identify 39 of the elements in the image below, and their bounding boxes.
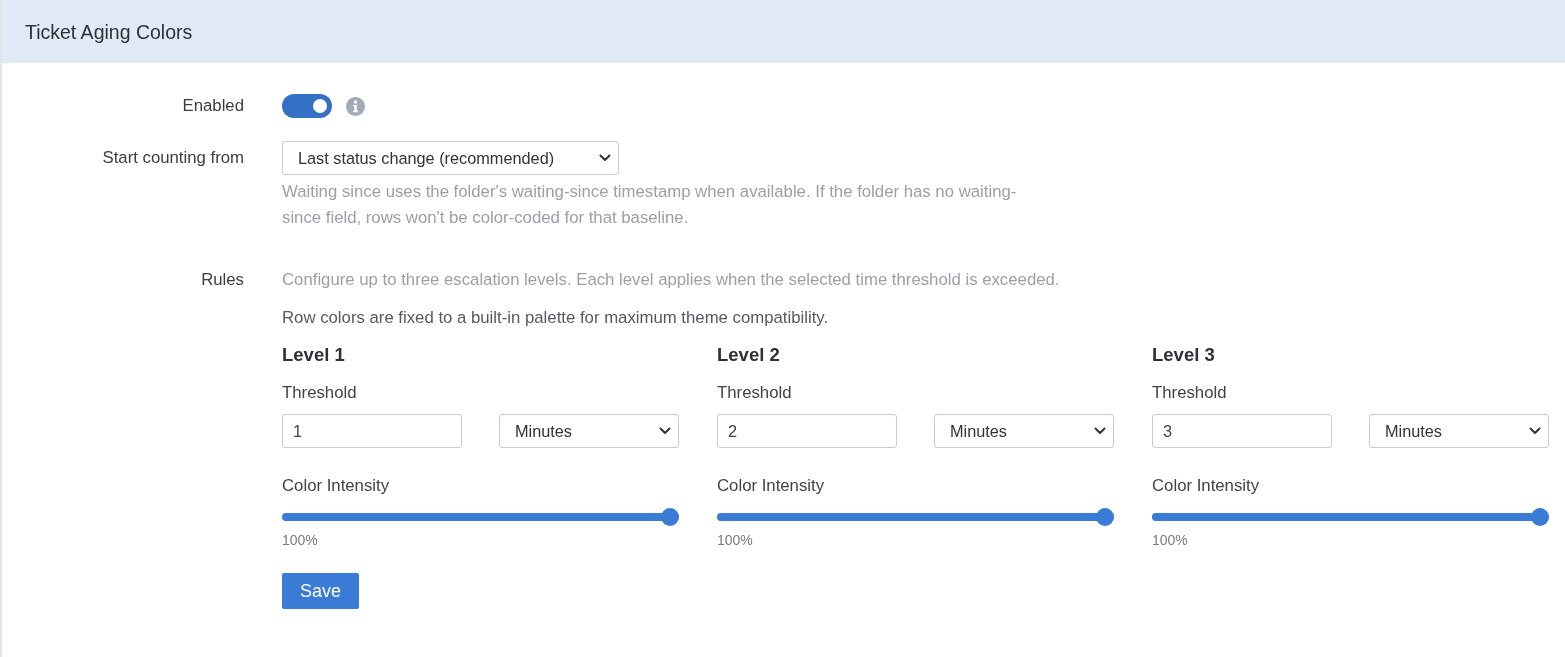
level-heading: Level 3 xyxy=(1152,343,1216,367)
chevron-down-icon xyxy=(1529,427,1541,435)
field-label: Threshold xyxy=(717,382,793,404)
panel-title: Ticket Aging Colors xyxy=(25,19,193,44)
dropdown[interactable]: Minutes xyxy=(934,414,1114,448)
field-label: Enabled xyxy=(181,95,244,117)
threshold-input[interactable]: 1 xyxy=(282,414,462,448)
slider-value: 100% xyxy=(717,532,754,548)
threshold-input[interactable]: 2 xyxy=(717,414,897,448)
slider-value: 100% xyxy=(1152,532,1189,548)
dropdown[interactable]: Last status change (recommended) xyxy=(282,141,619,175)
slider-track[interactable] xyxy=(282,508,679,526)
field-label: Start counting from xyxy=(101,147,244,169)
chevron-down-icon xyxy=(599,154,611,162)
save-button[interactable]: Save xyxy=(282,573,359,609)
level-heading: Level 1 xyxy=(282,343,346,367)
slider-value: 100% xyxy=(282,532,319,548)
slider-thumb[interactable] xyxy=(1096,508,1114,526)
level-heading: Level 2 xyxy=(717,343,781,367)
help-text: Configure up to three escalation levels. Each level applies when the selected time threshold is exceeded. xyxy=(282,269,1061,291)
chevron-down-icon xyxy=(659,427,671,435)
field-label: Color Intensity xyxy=(282,475,391,497)
slider-thumb[interactable] xyxy=(1531,508,1549,526)
info-icon xyxy=(346,96,365,116)
field-label: Color Intensity xyxy=(1152,475,1261,497)
help-text: Waiting since uses the folder's waiting-since timestamp when available. If the folder has no waiting-since field, rows won't be color-coded for that baseline. xyxy=(282,181,1018,229)
dropdown[interactable]: Minutes xyxy=(499,414,679,448)
slider-track[interactable] xyxy=(1152,508,1549,526)
field-label: Threshold xyxy=(282,382,358,404)
chevron-down-icon xyxy=(1094,427,1106,435)
note-text: Row colors are fixed to a built-in palette for maximum theme compatibility. xyxy=(282,307,830,329)
slider-thumb[interactable] xyxy=(661,508,679,526)
field-label: Rules xyxy=(200,269,244,291)
dropdown[interactable]: Minutes xyxy=(1369,414,1549,448)
field-label: Threshold xyxy=(1152,382,1228,404)
threshold-input[interactable]: 3 xyxy=(1152,414,1332,448)
slider-track[interactable] xyxy=(717,508,1114,526)
toggle-switch[interactable] xyxy=(282,94,332,118)
field-label: Color Intensity xyxy=(717,475,826,497)
